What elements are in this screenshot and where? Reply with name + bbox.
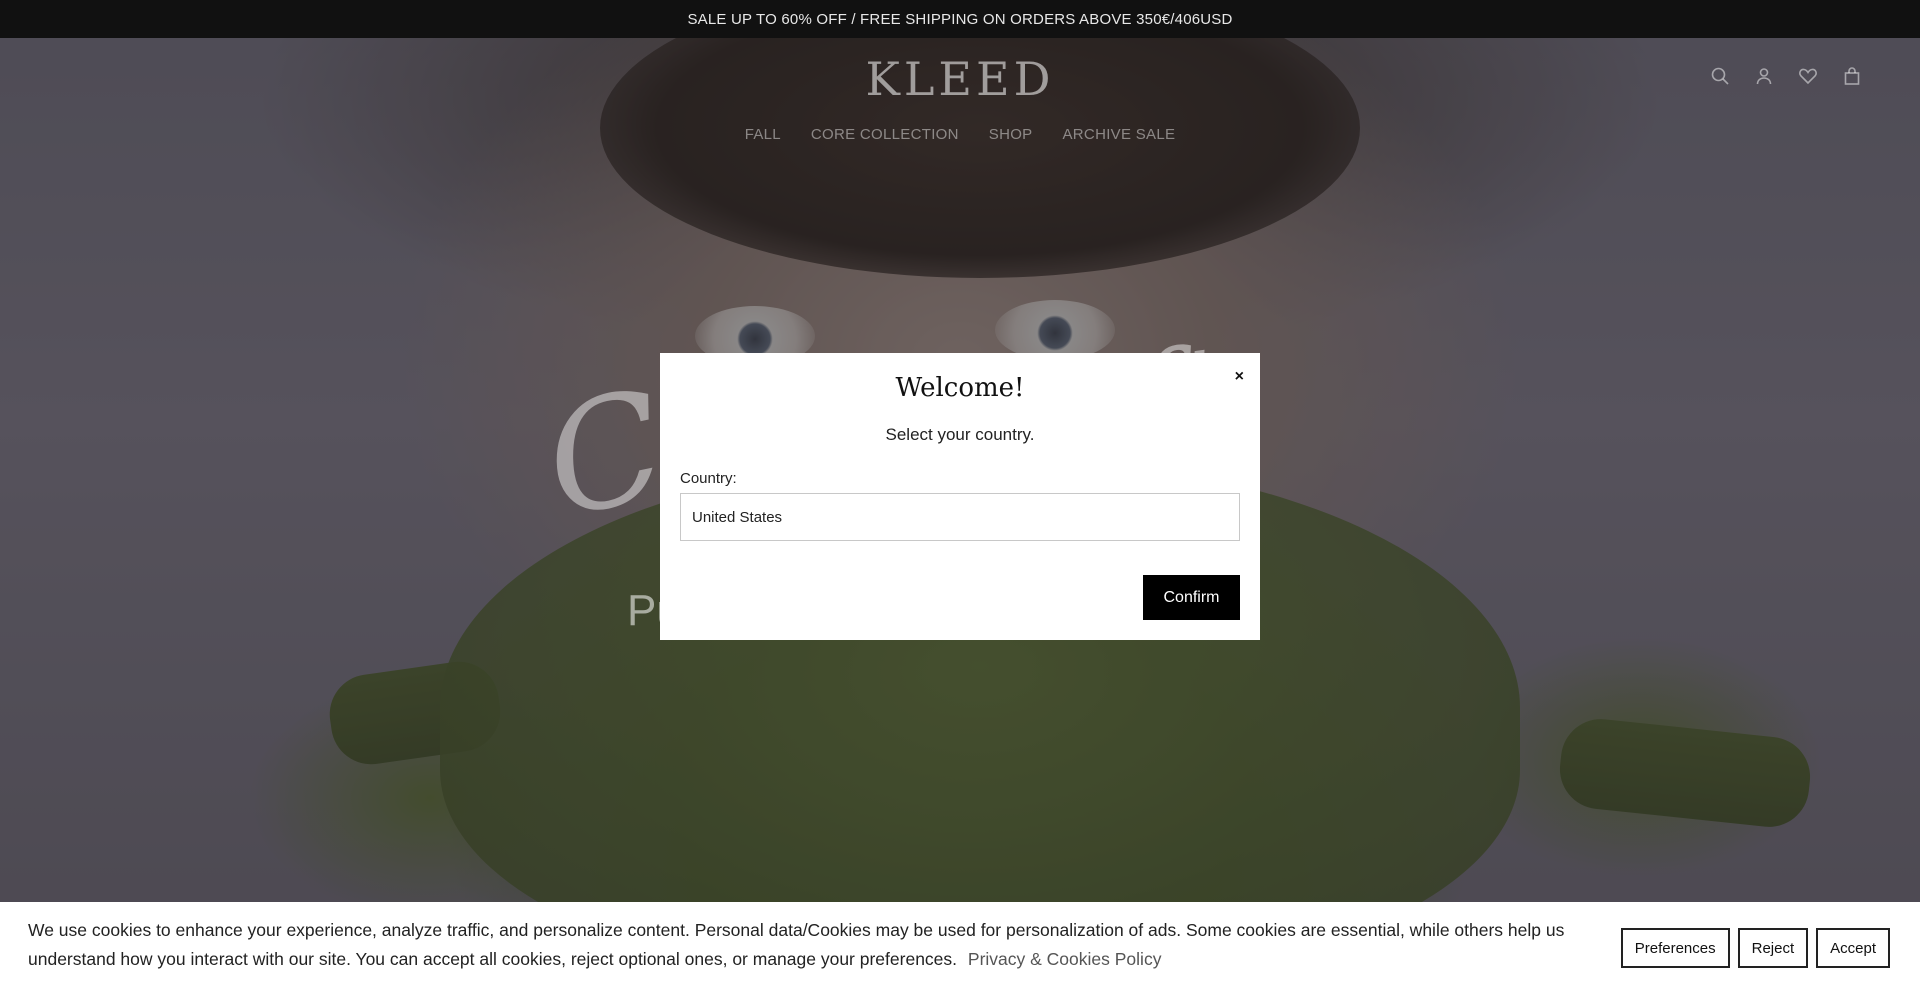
country-label: Country: <box>680 470 737 487</box>
privacy-policy-link[interactable]: Privacy & Cookies Policy <box>968 949 1162 969</box>
confirm-button[interactable]: Confirm <box>1143 575 1240 620</box>
cookie-banner: We use cookies to enhance your experienc… <box>0 902 1920 993</box>
preferences-button[interactable]: Preferences <box>1620 928 1730 968</box>
account-icon[interactable] <box>1754 66 1774 86</box>
search-icon[interactable] <box>1710 66 1730 86</box>
nav-item-archive-sale[interactable]: ARCHIVE SALE <box>1063 126 1176 143</box>
nav-item-core-collection[interactable]: CORE COLLECTION <box>811 126 959 143</box>
header-icons <box>1710 66 1862 86</box>
main-nav: FALL CORE COLLECTION SHOP ARCHIVE SALE <box>0 126 1920 143</box>
modal-title: Welcome! <box>895 373 1025 403</box>
accept-button[interactable]: Accept <box>1816 928 1890 968</box>
wishlist-icon[interactable] <box>1798 66 1818 86</box>
reject-button[interactable]: Reject <box>1737 928 1809 968</box>
country-selector-modal: × Welcome! Select your country. Country:… <box>660 353 1260 640</box>
cookie-buttons: Preferences Reject Accept <box>1620 928 1890 968</box>
announcement-bar: SALE UP TO 60% OFF / FREE SHIPPING ON OR… <box>0 0 1920 38</box>
cookie-message: We use cookies to enhance your experienc… <box>28 920 1565 969</box>
cookie-text-block: We use cookies to enhance your experienc… <box>28 916 1608 974</box>
nav-item-fall[interactable]: FALL <box>745 126 781 143</box>
bag-icon[interactable] <box>1842 66 1862 86</box>
site-logo[interactable]: KLEED <box>0 52 1920 106</box>
country-select-value: United States <box>692 508 783 526</box>
modal-subtitle: Select your country. <box>885 425 1035 444</box>
nav-item-shop[interactable]: SHOP <box>989 126 1033 143</box>
country-select[interactable]: United States <box>680 493 1240 541</box>
